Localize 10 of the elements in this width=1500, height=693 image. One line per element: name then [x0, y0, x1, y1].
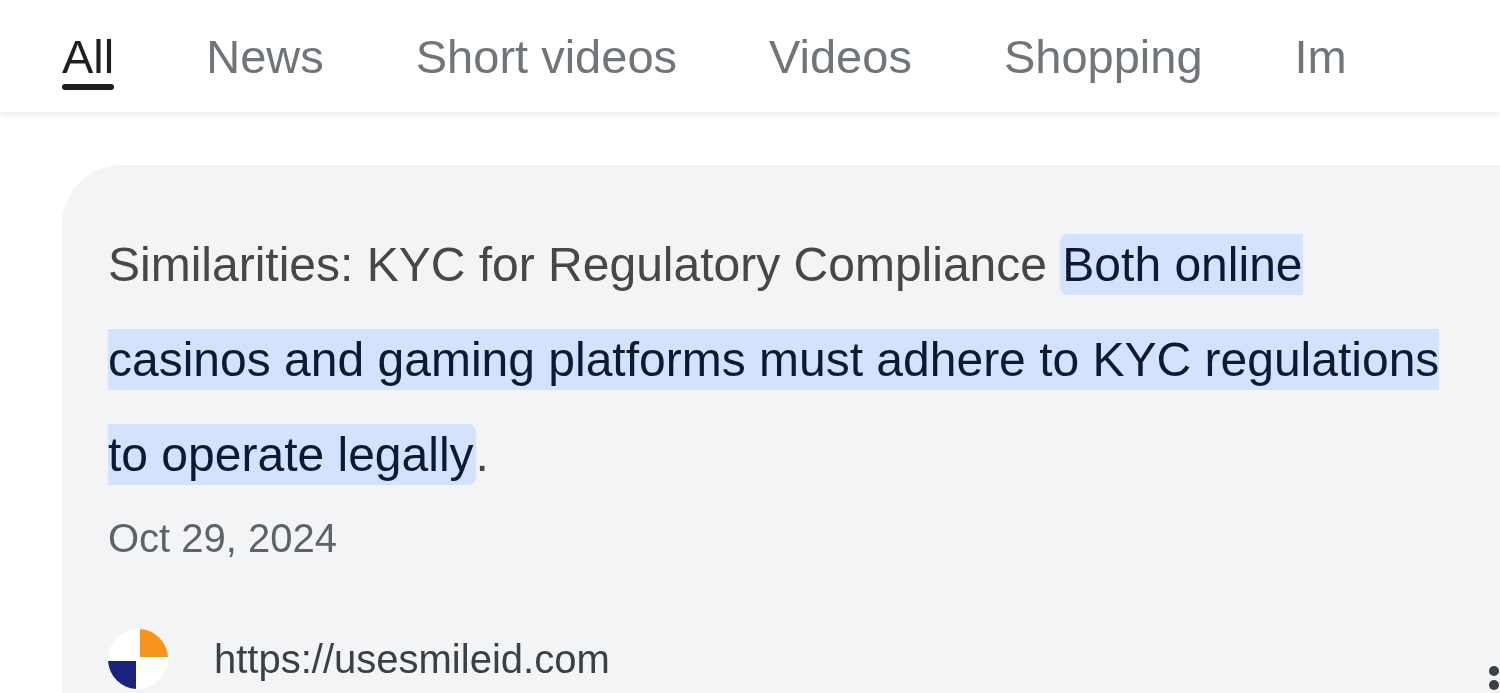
search-tab[interactable]: All [62, 0, 115, 112]
search-tab[interactable]: Videos [769, 0, 912, 112]
more-options-icon[interactable] [1488, 665, 1500, 693]
site-favicon-icon [108, 629, 168, 689]
search-tab[interactable]: Shopping [1003, 0, 1203, 112]
search-tab[interactable]: Short videos [415, 0, 678, 112]
source-url[interactable]: https://usesmileid.com [214, 636, 610, 682]
search-tab[interactable]: News [206, 0, 324, 112]
search-tab[interactable]: Im [1294, 0, 1347, 112]
result-date: Oct 29, 2024 [108, 516, 339, 561]
